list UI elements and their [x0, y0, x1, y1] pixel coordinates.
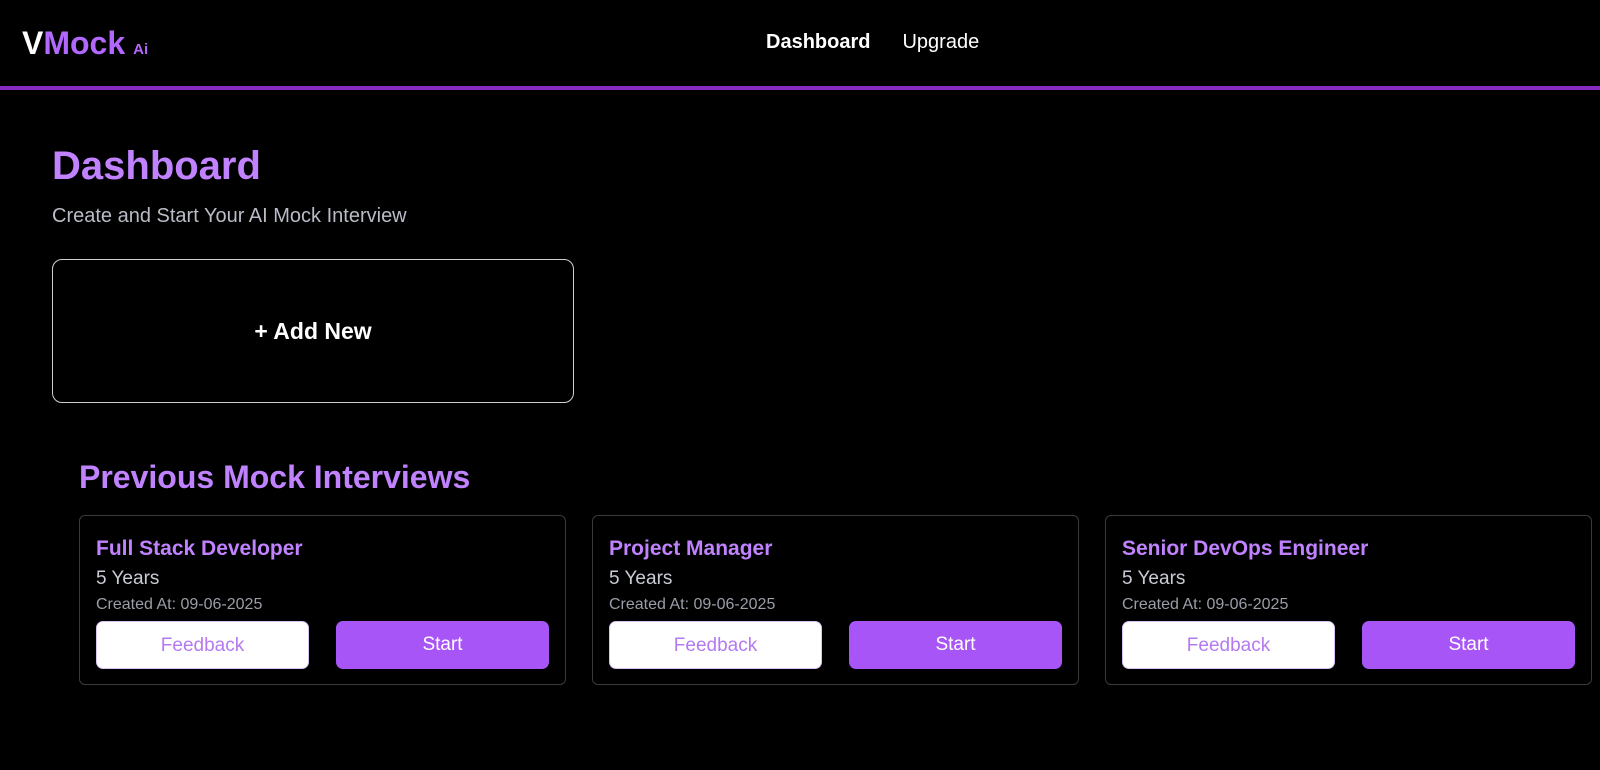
- nav-dashboard[interactable]: Dashboard: [766, 30, 870, 54]
- page-title: Dashboard: [52, 144, 261, 188]
- interview-experience: 5 Years: [96, 568, 160, 589]
- vmock-logo[interactable]: VMock Ai: [22, 24, 148, 69]
- nav-upgrade[interactable]: Upgrade: [902, 30, 979, 54]
- feedback-button[interactable]: Feedback: [1122, 621, 1335, 669]
- start-button[interactable]: Start: [849, 621, 1062, 669]
- add-new-interview-button[interactable]: + Add New: [52, 259, 574, 403]
- page-subtitle: Create and Start Your AI Mock Interview: [52, 205, 407, 227]
- top-navbar: VMock Ai Dashboard Upgrade: [0, 0, 1600, 90]
- interview-role: Full Stack Developer: [96, 537, 303, 560]
- interview-card: Full Stack Developer 5 Years Created At:…: [79, 515, 566, 685]
- interview-card-list: Full Stack Developer 5 Years Created At:…: [79, 515, 1592, 685]
- feedback-button[interactable]: Feedback: [96, 621, 309, 669]
- interview-card: Project Manager 5 Years Created At: 09-0…: [592, 515, 1079, 685]
- interview-experience: 5 Years: [609, 568, 673, 589]
- interview-card: Senior DevOps Engineer 5 Years Created A…: [1105, 515, 1592, 685]
- main-nav: Dashboard Upgrade: [766, 30, 979, 54]
- previous-interviews-heading: Previous Mock Interviews: [79, 459, 471, 495]
- logo-mock: Mock: [43, 25, 126, 61]
- interview-created-date: Created At: 09-06-2025: [96, 596, 263, 613]
- start-button[interactable]: Start: [336, 621, 549, 669]
- logo-v: V: [22, 25, 44, 61]
- interview-experience: 5 Years: [1122, 568, 1186, 589]
- start-button[interactable]: Start: [1362, 621, 1575, 669]
- interview-role: Project Manager: [609, 537, 773, 560]
- feedback-button[interactable]: Feedback: [609, 621, 822, 669]
- interview-created-date: Created At: 09-06-2025: [609, 596, 776, 613]
- logo-ai: Ai: [133, 41, 149, 58]
- interview-role: Senior DevOps Engineer: [1122, 537, 1369, 560]
- interview-created-date: Created At: 09-06-2025: [1122, 596, 1289, 613]
